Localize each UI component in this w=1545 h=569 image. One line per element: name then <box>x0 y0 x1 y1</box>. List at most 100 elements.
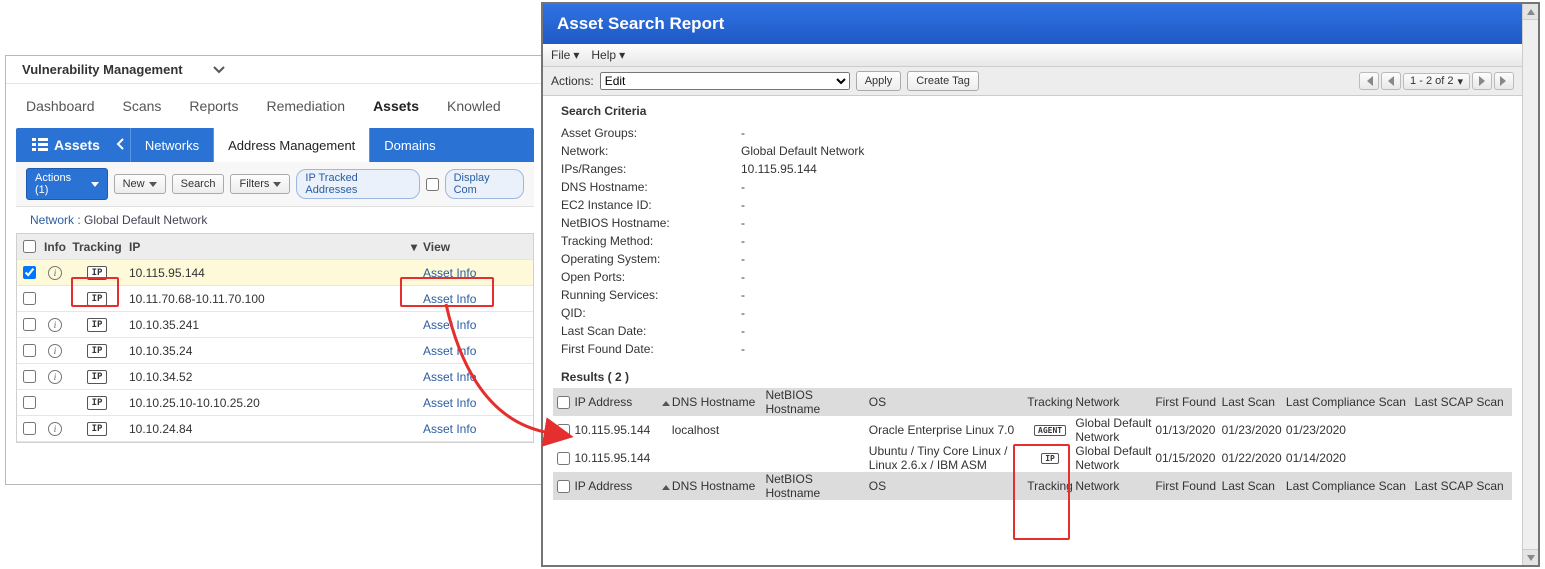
col-header-ip[interactable]: IP ▾ <box>125 240 423 254</box>
grid-row[interactable]: i IP 10.10.24.84 Asset Info <box>17 416 533 442</box>
criteria-label: DNS Hostname: <box>561 180 741 194</box>
tracking-badge: IP <box>87 370 108 384</box>
chevron-left-icon[interactable] <box>116 138 124 153</box>
pager-prev-button[interactable] <box>1381 72 1401 90</box>
asset-info-link[interactable]: Asset Info <box>423 292 476 306</box>
row-checkbox[interactable] <box>23 422 36 435</box>
caret-down-icon: ▾ <box>619 48 625 62</box>
grid-row[interactable]: i IP 10.10.35.24 Asset Info <box>17 338 533 364</box>
info-icon[interactable]: i <box>48 344 62 358</box>
tab-scans[interactable]: Scans <box>119 92 166 122</box>
grid-header-row: Info Tracking IP ▾ View <box>17 234 533 260</box>
last-compliance-cell: 01/23/2020 <box>1286 423 1415 437</box>
info-icon[interactable]: i <box>48 422 62 436</box>
pager-range[interactable]: 1 - 2 of 2▾ <box>1403 73 1470 90</box>
asset-info-link[interactable]: Asset Info <box>423 266 476 280</box>
asset-info-link[interactable]: Asset Info <box>423 370 476 384</box>
results-row[interactable]: 10.115.95.144 Ubuntu / Tiny Core Linux /… <box>553 444 1512 472</box>
row-checkbox[interactable] <box>23 370 36 383</box>
row-checkbox[interactable] <box>557 452 570 465</box>
criteria-value: - <box>741 324 745 338</box>
apply-button[interactable]: Apply <box>856 71 902 91</box>
menu-file[interactable]: File▾ <box>551 48 579 62</box>
rc-header-network[interactable]: Network <box>1075 395 1155 409</box>
report-title: Asset Search Report <box>543 4 1522 44</box>
grid-row[interactable]: i IP 10.10.34.52 Asset Info <box>17 364 533 390</box>
grid-row[interactable]: IP 10.10.25.10-10.10.25.20 Asset Info <box>17 390 533 416</box>
criteria-value: - <box>741 126 745 140</box>
rc-header-os[interactable]: OS <box>869 395 1025 409</box>
col-header-view[interactable]: View <box>423 240 533 254</box>
module-selector[interactable]: Vulnerability Management <box>6 56 544 84</box>
ip-tracked-pill[interactable]: IP Tracked Addresses <box>296 169 419 199</box>
filters-button[interactable]: Filters <box>230 174 290 194</box>
criteria-row: Network:Global Default Network <box>561 142 1504 160</box>
tab-dashboard[interactable]: Dashboard <box>22 92 99 122</box>
criteria-label: Asset Groups: <box>561 126 741 140</box>
subnav-tab-domains[interactable]: Domains <box>369 128 449 162</box>
display-compliance-pill[interactable]: Display Com <box>445 169 524 199</box>
pager-first-button[interactable] <box>1359 72 1379 90</box>
subnav-tab-networks[interactable]: Networks <box>130 128 213 162</box>
create-tag-button[interactable]: Create Tag <box>907 71 979 91</box>
rc-header-ip[interactable]: IP Address <box>574 395 662 409</box>
last-scan-cell: 01/22/2020 <box>1222 451 1286 465</box>
rc-header-last-scap[interactable]: Last SCAP Scan <box>1415 395 1512 409</box>
col-header-info[interactable]: Info <box>41 240 69 254</box>
display-compliance-checkbox[interactable] <box>426 178 439 191</box>
row-checkbox[interactable] <box>23 318 36 331</box>
new-button[interactable]: New <box>114 174 166 194</box>
subnav-tab-address-management[interactable]: Address Management <box>213 128 369 162</box>
criteria-label: EC2 Instance ID: <box>561 198 741 212</box>
actions-select[interactable]: Edit <box>600 72 850 90</box>
ip-cell: 10.115.95.144 <box>574 451 662 465</box>
info-icon[interactable]: i <box>48 370 62 384</box>
asset-info-link[interactable]: Asset Info <box>423 396 476 410</box>
actions-button[interactable]: Actions (1) <box>26 168 108 200</box>
criteria-label: Network: <box>561 144 741 158</box>
results-select-all-footer[interactable] <box>557 480 570 493</box>
row-checkbox[interactable] <box>23 344 36 357</box>
row-checkbox[interactable] <box>23 396 36 409</box>
vertical-scrollbar[interactable] <box>1522 4 1538 565</box>
grid-row[interactable]: IP 10.11.70.68-10.11.70.100 Asset Info <box>17 286 533 312</box>
row-checkbox[interactable] <box>23 292 36 305</box>
rc-header-last-compliance[interactable]: Last Compliance Scan <box>1286 395 1415 409</box>
rc-header-last-scan[interactable]: Last Scan <box>1222 395 1286 409</box>
rc-header-dns[interactable]: DNS Hostname <box>672 395 766 409</box>
criteria-label: NetBIOS Hostname: <box>561 216 741 230</box>
tab-reports[interactable]: Reports <box>185 92 242 122</box>
scroll-up-button[interactable] <box>1523 4 1538 20</box>
rc-header-first-found[interactable]: First Found <box>1155 395 1221 409</box>
menu-help[interactable]: Help▾ <box>591 48 625 62</box>
search-button[interactable]: Search <box>172 174 225 194</box>
subnav-tabs: Networks Address Management Domains <box>130 128 450 162</box>
results-select-all[interactable] <box>557 396 570 409</box>
row-checkbox[interactable] <box>557 424 570 437</box>
results-row[interactable]: 10.115.95.144 localhost Oracle Enterpris… <box>553 416 1512 444</box>
grid-row[interactable]: i IP 10.115.95.144 Asset Info <box>17 260 533 286</box>
rc-header-tracking[interactable]: Tracking <box>1025 395 1076 409</box>
criteria-label: First Found Date: <box>561 342 741 356</box>
network-cell: Global Default Network <box>1075 444 1155 472</box>
rc-header-netbios[interactable]: NetBIOS Hostname <box>765 388 868 416</box>
tab-knowledge[interactable]: Knowled <box>443 92 505 122</box>
os-cell: Oracle Enterprise Linux 7.0 <box>869 423 1025 437</box>
network-breadcrumb: Network : Global Default Network <box>16 207 534 233</box>
row-checkbox[interactable] <box>23 266 36 279</box>
asset-info-link[interactable]: Asset Info <box>423 422 476 436</box>
asset-info-link[interactable]: Asset Info <box>423 318 476 332</box>
report-menu-bar: File▾ Help▾ <box>543 44 1522 67</box>
pager-next-button[interactable] <box>1472 72 1492 90</box>
pager-last-button[interactable] <box>1494 72 1514 90</box>
grid-row[interactable]: i IP 10.10.35.241 Asset Info <box>17 312 533 338</box>
info-icon[interactable]: i <box>48 266 62 280</box>
tab-remediation[interactable]: Remediation <box>262 92 349 122</box>
col-header-tracking[interactable]: Tracking <box>69 240 125 254</box>
asset-info-link[interactable]: Asset Info <box>423 344 476 358</box>
info-icon[interactable]: i <box>48 318 62 332</box>
select-all-checkbox[interactable] <box>23 240 36 253</box>
results-grid: IP Address DNS Hostname NetBIOS Hostname… <box>553 388 1512 500</box>
scroll-down-button[interactable] <box>1523 549 1538 565</box>
tab-assets[interactable]: Assets <box>369 92 423 122</box>
